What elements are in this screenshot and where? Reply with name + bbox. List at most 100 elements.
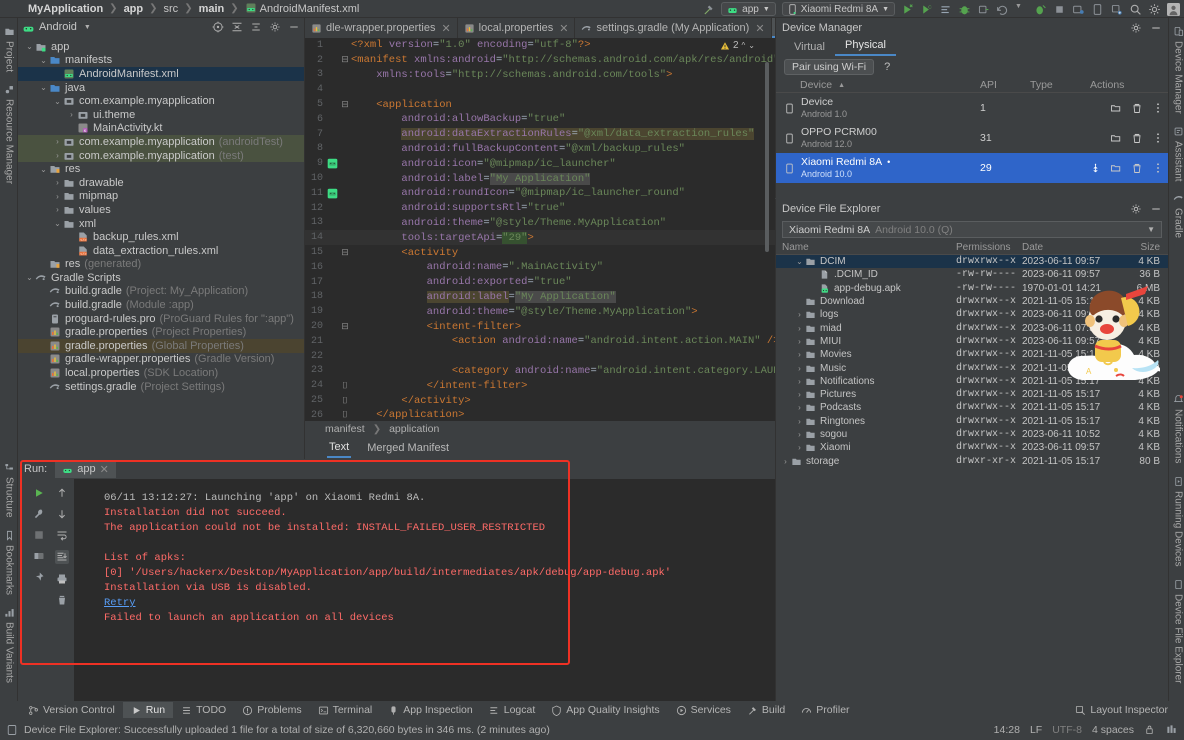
editor-tab[interactable]: settings.gradle (My Application) ✕ xyxy=(575,18,772,38)
column-header-type[interactable]: Type xyxy=(1030,79,1090,91)
fold-handle-icon[interactable]: ⌷ xyxy=(339,396,351,406)
disclosure-arrow-icon[interactable]: › xyxy=(52,137,63,146)
inspection-warning-badge[interactable]: 2 ^ ⌄ xyxy=(720,40,755,51)
tool-strip-device-manager[interactable]: Device Manager xyxy=(1169,20,1184,120)
file-row[interactable]: › Movies drwxrwx--x 2021-11-05 15:17 4 KB xyxy=(776,348,1168,361)
code-line[interactable]: 7 android:dataExtractionRules="@xml/data… xyxy=(305,127,775,142)
column-header-permissions[interactable]: Permissions xyxy=(956,242,1022,253)
code-line[interactable]: 17 android:exported="true" xyxy=(305,275,775,290)
file-row[interactable]: › Podcasts drwxrwx--x 2021-11-05 15:17 4 KB xyxy=(776,401,1168,414)
fold-handle-icon[interactable]: ⌷ xyxy=(339,410,351,419)
hide-panel-icon[interactable] xyxy=(1150,22,1162,34)
tree-node[interactable]: AndroidManifest.xml xyxy=(18,67,304,81)
disclosure-arrow-icon[interactable]: › xyxy=(794,364,805,373)
breadcrumb-item[interactable]: src xyxy=(162,3,181,15)
tool-window-button-build[interactable]: Build xyxy=(739,702,793,718)
fold-handle-icon[interactable]: ⊟ xyxy=(339,100,351,110)
target-icon[interactable] xyxy=(212,21,224,33)
project-tree[interactable]: ⌄ app ⌄ manifests AndroidManifest.xml ⌄ java ⌄ c… xyxy=(18,36,304,459)
lock-icon[interactable] xyxy=(1144,724,1155,735)
tree-node[interactable]: </> backup_rules.xml xyxy=(18,230,304,244)
tool-window-button-run[interactable]: Run xyxy=(122,702,174,718)
file-row[interactable]: .DCIM_ID -rw-rw---- 2023-06-11 09:57 36 B xyxy=(776,268,1168,281)
disclosure-arrow-icon[interactable]: › xyxy=(52,151,63,160)
disclosure-arrow-icon[interactable]: › xyxy=(794,443,805,452)
editor-bottom-tabs[interactable]: Text Merged Manifest xyxy=(305,437,775,459)
code-line[interactable]: 14 tools:targetApi="29"> xyxy=(305,230,775,246)
trash-icon[interactable] xyxy=(1131,132,1143,144)
code-line[interactable]: 23 <category android:name="android.inten… xyxy=(305,364,775,379)
disclosure-arrow-icon[interactable]: › xyxy=(794,350,805,359)
close-icon[interactable]: ✕ xyxy=(755,22,764,35)
down-arrow-icon[interactable] xyxy=(56,508,68,520)
disclosure-arrow-icon[interactable]: › xyxy=(52,192,63,201)
file-row[interactable]: › Ringtones drwxrwx--x 2021-11-05 15:17 4 KB xyxy=(776,415,1168,428)
editor-tab[interactable]: local.properties ✕ xyxy=(458,18,576,38)
code-line[interactable]: 12 android:supportsRtl="true" xyxy=(305,201,775,216)
tree-node[interactable]: › drawable xyxy=(18,176,304,190)
device-manager-tab[interactable]: Virtual xyxy=(784,41,835,56)
file-row[interactable]: › logs drwxrwx--x 2023-06-11 09:57 4 KB xyxy=(776,308,1168,321)
tree-node[interactable]: </> data_extraction_rules.xml xyxy=(18,244,304,258)
breadcrumb-item[interactable]: main xyxy=(197,3,227,15)
disclosure-arrow-icon[interactable]: ⌄ xyxy=(794,257,805,266)
device-dropdown[interactable]: Xiaomi Redmi 8A Android 10.0 (Q) ▼ xyxy=(782,221,1162,238)
column-header-size[interactable]: Size xyxy=(1122,242,1168,253)
editor-tab-bar[interactable]: dle-wrapper.properties ✕ local.properties ✕… xyxy=(305,18,775,38)
editor-mode-tab[interactable]: Text xyxy=(327,439,352,458)
tool-strip-build-variants[interactable]: Build Variants xyxy=(0,601,18,689)
tool-window-button-services[interactable]: Services xyxy=(668,702,739,718)
tree-node[interactable]: gradle-wrapper.properties (Gradle Version… xyxy=(18,353,304,367)
profile-icon[interactable] xyxy=(939,3,952,16)
disclosure-arrow-icon[interactable]: ⌄ xyxy=(24,273,35,282)
disclosure-arrow-icon[interactable]: › xyxy=(794,310,805,319)
collapse-all-icon[interactable] xyxy=(231,21,243,33)
close-icon[interactable]: ✕ xyxy=(559,22,568,35)
code-line[interactable]: 11 android:roundIcon="@mipmap/ic_launche… xyxy=(305,186,775,201)
disclosure-arrow-icon[interactable]: ⌄ xyxy=(52,97,63,106)
tree-node[interactable]: ⌄ xml xyxy=(18,217,304,231)
android-resource-gutter-icon[interactable] xyxy=(327,188,339,199)
disclosure-arrow-icon[interactable]: ⌄ xyxy=(38,83,49,92)
run-coverage-icon[interactable]: C xyxy=(920,3,933,16)
tool-window-button-todo[interactable]: TODO xyxy=(173,702,234,718)
hide-panel-icon[interactable] xyxy=(1150,203,1162,215)
code-line[interactable]: 26 ⌷ </application> xyxy=(305,408,775,419)
settings-gear-icon[interactable] xyxy=(1130,203,1142,215)
stop-icon[interactable] xyxy=(1053,3,1066,16)
editor-mode-tab[interactable]: Merged Manifest xyxy=(365,440,451,456)
tree-node[interactable]: settings.gradle (Project Settings) xyxy=(18,380,304,394)
status-bar-item[interactable]: LF xyxy=(1030,724,1042,736)
settings-gear-icon[interactable] xyxy=(1130,22,1142,34)
code-line[interactable]: 8 android:fullBackupContent="@xml/backup… xyxy=(305,142,775,157)
device-row[interactable]: Xiaomi Redmi 8A • Android 10.0 29 xyxy=(776,153,1168,183)
disclosure-arrow-icon[interactable]: › xyxy=(794,377,805,386)
scroll-to-end-icon[interactable] xyxy=(55,550,69,564)
more-icon[interactable] xyxy=(1152,132,1164,144)
fold-handle-icon[interactable]: ⌷ xyxy=(339,381,351,391)
tool-window-button-logcat[interactable]: Logcat xyxy=(481,702,544,718)
breadcrumb-item[interactable]: AndroidManifest.xml xyxy=(243,2,362,15)
run-with-icon[interactable] xyxy=(1034,3,1047,16)
close-icon[interactable]: ✕ xyxy=(100,463,109,476)
help-icon[interactable]: ? xyxy=(884,61,890,73)
disclosure-arrow-icon[interactable]: › xyxy=(794,403,805,412)
tool-window-bar[interactable]: Version Control Run TODO Problems Terminal Ap… xyxy=(0,701,1184,719)
tool-window-button-version-control[interactable]: Version Control xyxy=(20,702,123,718)
disclosure-arrow-icon[interactable]: ⌄ xyxy=(52,219,63,228)
trash-icon[interactable] xyxy=(56,594,68,606)
code-line[interactable]: 15 ⊟ <activity xyxy=(305,245,775,260)
settings-gear-icon[interactable] xyxy=(1148,3,1161,16)
open-folder-icon[interactable] xyxy=(1110,102,1122,114)
file-row[interactable]: › miad drwxrwx--x 2023-06-11 07:58 4 KB xyxy=(776,321,1168,334)
device-row[interactable]: Device Android 1.0 1 xyxy=(776,93,1168,123)
tree-node[interactable]: gradle.properties (Project Properties) xyxy=(18,325,304,339)
editor-breadcrumb-item[interactable]: application xyxy=(389,423,439,435)
tool-strip-project[interactable]: Project xyxy=(0,20,18,78)
code-line[interactable]: 6 android:allowBackup="true" xyxy=(305,112,775,127)
tool-window-button-app-quality-insights[interactable]: App Quality Insights xyxy=(543,702,667,718)
device-mirror-icon[interactable] xyxy=(1072,3,1085,16)
fold-handle-icon[interactable]: ⊟ xyxy=(339,322,351,332)
tree-node[interactable]: ⌄ res xyxy=(18,162,304,176)
tree-node[interactable]: K MainActivity.kt xyxy=(18,122,304,136)
